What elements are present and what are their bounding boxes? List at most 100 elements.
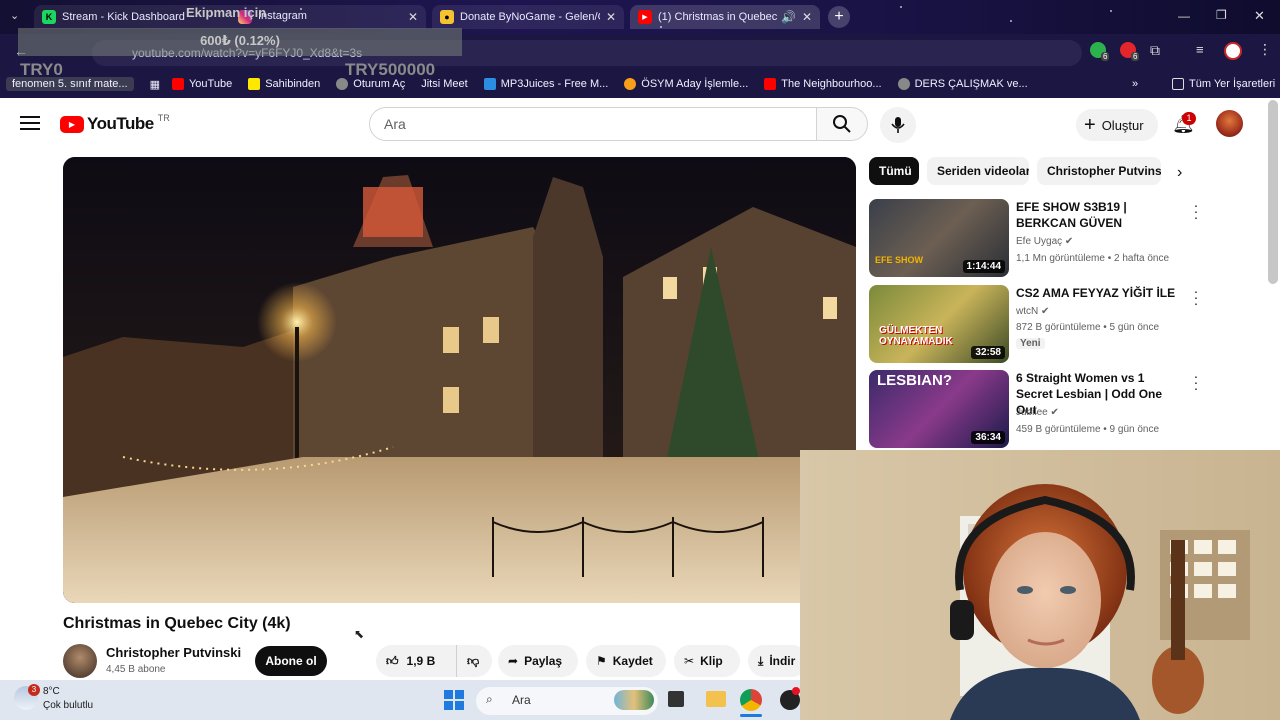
recommended-video[interactable]: LESBIAN? 36:34 6 Straight Women vs 1 Sec… — [868, 369, 1198, 449]
subscriber-count: 4,45 B abone — [106, 664, 166, 675]
bookmark-osym[interactable]: ÖSYM Aday İşlemle... — [624, 78, 748, 90]
search-button[interactable] — [816, 107, 868, 141]
save-button[interactable]: ⚑ Kaydet — [586, 645, 666, 677]
channel-avatar[interactable] — [63, 644, 97, 678]
maximize-icon[interactable]: ❐ — [1216, 8, 1227, 22]
donation-amount: 600₺ (0.12%) — [200, 33, 280, 48]
clip-button[interactable]: ✂ Klip — [674, 645, 740, 677]
video-duration: 36:34 — [971, 431, 1005, 444]
video-player[interactable] — [63, 157, 856, 603]
bookmark-mp3juices[interactable]: MP3Juices - Free M... — [483, 78, 609, 90]
channel-name[interactable]: Efe Uygaç ✔ — [1016, 236, 1073, 247]
speaker-icon[interactable]: 🔊 — [781, 10, 796, 24]
channel-name-main[interactable]: Christopher Putvinski — [106, 645, 241, 660]
weather-temp: 8°C — [43, 686, 60, 697]
bookmark-label: Sahibinden — [265, 78, 321, 90]
download-icon — [483, 78, 496, 90]
video-title[interactable]: EFE SHOW S3B19 | BERKCAN GÜVEN — [1016, 199, 1184, 231]
more-bookmarks-icon[interactable]: » — [1132, 78, 1138, 90]
clip-label: Klip — [700, 654, 723, 668]
like-button[interactable]: 👍︎ 1,9 B — [376, 645, 456, 677]
video-title[interactable]: CS2 AMA FEYYAZ YİĞİT İLE — [1016, 285, 1184, 301]
minimize-icon[interactable]: — — [1178, 9, 1190, 23]
youtube-wordmark: YouTube — [87, 114, 154, 133]
microphone-icon — [891, 117, 905, 133]
search-input[interactable]: Ara — [369, 107, 817, 141]
video-duration: 1:14:44 — [962, 260, 1005, 273]
channel-name[interactable]: Jubilee ✔ — [1016, 407, 1059, 418]
video-thumbnail[interactable]: GÜLMEKTEN OYNAYAMADIK 32:58 — [869, 285, 1009, 363]
tab-youtube-active[interactable]: ▶ (1) Christmas in Quebec City 🔊 ✕ — [630, 5, 820, 29]
share-button[interactable]: ➦ Paylaş — [498, 645, 578, 677]
recommended-video[interactable]: EFE SHOW 1:14:44 EFE SHOW S3B19 | BERKCA… — [868, 198, 1198, 278]
bookmark-label: DERS ÇALIŞMAK ve... — [914, 78, 1028, 90]
windows-start-icon[interactable] — [444, 690, 464, 710]
bookmark-ders[interactable]: DERS ÇALIŞMAK ve... — [897, 78, 1028, 90]
search-placeholder: Ara — [384, 116, 406, 132]
all-bookmarks[interactable]: Tüm Yer İşaretleri — [1172, 78, 1275, 90]
recommended-video[interactable]: GÜLMEKTEN OYNAYAMADIK 32:58 CS2 AMA FEYY… — [868, 284, 1198, 364]
video-title-heading: Christmas in Quebec City (4k) — [63, 615, 291, 632]
kick-icon: K — [42, 10, 56, 24]
account-avatar[interactable] — [1216, 110, 1243, 137]
donation-goal-min: TRY0 — [20, 60, 63, 79]
share-arrow-icon: ➦ — [508, 654, 519, 668]
bookmark-neighbourhood[interactable]: The Neighbourhoo... — [764, 78, 882, 90]
bynogame-icon: ● — [440, 10, 454, 24]
download-icon: ⤓ — [758, 653, 764, 668]
apps-grid-icon[interactable]: ▦ — [150, 78, 160, 91]
bookmark-youtube[interactable]: YouTube — [171, 78, 232, 90]
more-actions-icon[interactable]: · · · — [1190, 198, 1202, 224]
chip-all[interactable]: Tümü — [869, 157, 919, 185]
youtube-logo[interactable]: ▶ YouTube TR — [60, 113, 170, 134]
taskbar-search-icon: ⌕ — [486, 692, 493, 706]
webcam-overlay — [800, 450, 1280, 720]
chip-label: Christopher Putvinski — [1047, 164, 1161, 178]
video-meta: 872 B görüntüleme • 5 gün önce — [1016, 322, 1160, 333]
file-explorer-icon[interactable] — [706, 691, 726, 707]
video-meta: 459 B görüntüleme • 9 gün önce — [1016, 424, 1160, 435]
channel-name[interactable]: wtcN ✔ — [1016, 306, 1049, 317]
tab-label: Donate ByNoGame - Gelen/Gid — [460, 11, 600, 23]
new-tab-button[interactable]: + — [828, 6, 850, 28]
bookmark-label: MP3Juices - Free M... — [500, 78, 609, 90]
page-scrollbar[interactable] — [1268, 100, 1278, 284]
search-highlight-image[interactable] — [614, 690, 654, 710]
close-tab-icon[interactable]: ✕ — [802, 10, 812, 24]
channel-label: wtcN — [1016, 306, 1039, 317]
create-button[interactable]: + Oluştur — [1076, 109, 1158, 141]
extensions-puzzle-icon[interactable]: ⧉ — [1150, 42, 1160, 59]
dislike-button[interactable]: 👎︎ — [456, 645, 492, 677]
close-window-icon[interactable]: ✕ — [1254, 8, 1265, 24]
bookmark-sahibinden[interactable]: Sahibinden — [248, 78, 320, 90]
tab-donate[interactable]: ● Donate ByNoGame - Gelen/Gid ✕ — [432, 5, 624, 29]
mouse-cursor-icon: ⬉ — [354, 627, 365, 641]
task-view-icon[interactable] — [668, 691, 684, 707]
bookmark-label: ÖSYM Aday İşlemle... — [641, 78, 749, 90]
region-code: TR — [157, 113, 170, 123]
more-actions-icon[interactable]: · · · — [1190, 284, 1202, 310]
video-thumbnail[interactable]: LESBIAN? 36:34 — [869, 370, 1009, 448]
youtube-icon — [764, 78, 777, 90]
tab-search-chevron-icon[interactable]: ⌄ — [10, 9, 19, 22]
more-actions-icon[interactable]: · · · — [1190, 369, 1202, 395]
close-tab-icon[interactable]: ✕ — [606, 10, 616, 24]
chrome-icon[interactable] — [740, 689, 762, 711]
chevron-right-icon[interactable]: › — [1177, 164, 1182, 182]
sahibinden-icon — [248, 78, 261, 90]
video-thumbnail[interactable]: EFE SHOW 1:14:44 — [869, 199, 1009, 277]
subscribe-button[interactable]: Abone ol — [255, 646, 327, 676]
chip-series[interactable]: Seriden videolar — [927, 157, 1029, 185]
video-meta: 1,1 Mn görüntüleme • 2 hafta önce — [1016, 253, 1170, 264]
download-button[interactable]: ⤓ İndir — [748, 645, 808, 677]
media-control-icon[interactable]: ≡ — [1196, 42, 1204, 57]
browser-menu-icon[interactable]: ⋮ — [1258, 41, 1272, 58]
profile-avatar-icon[interactable] — [1224, 42, 1242, 60]
chip-label: Seriden videolar — [937, 164, 1029, 178]
voice-search-button[interactable] — [880, 107, 916, 143]
thumbnail-text: LESBIAN? — [877, 372, 952, 389]
hamburger-menu-icon[interactable] — [20, 115, 40, 131]
close-tab-icon[interactable]: ✕ — [408, 10, 418, 24]
chip-channel[interactable]: Christopher Putvinski — [1037, 157, 1161, 185]
new-badge: Yeni — [1016, 338, 1045, 349]
